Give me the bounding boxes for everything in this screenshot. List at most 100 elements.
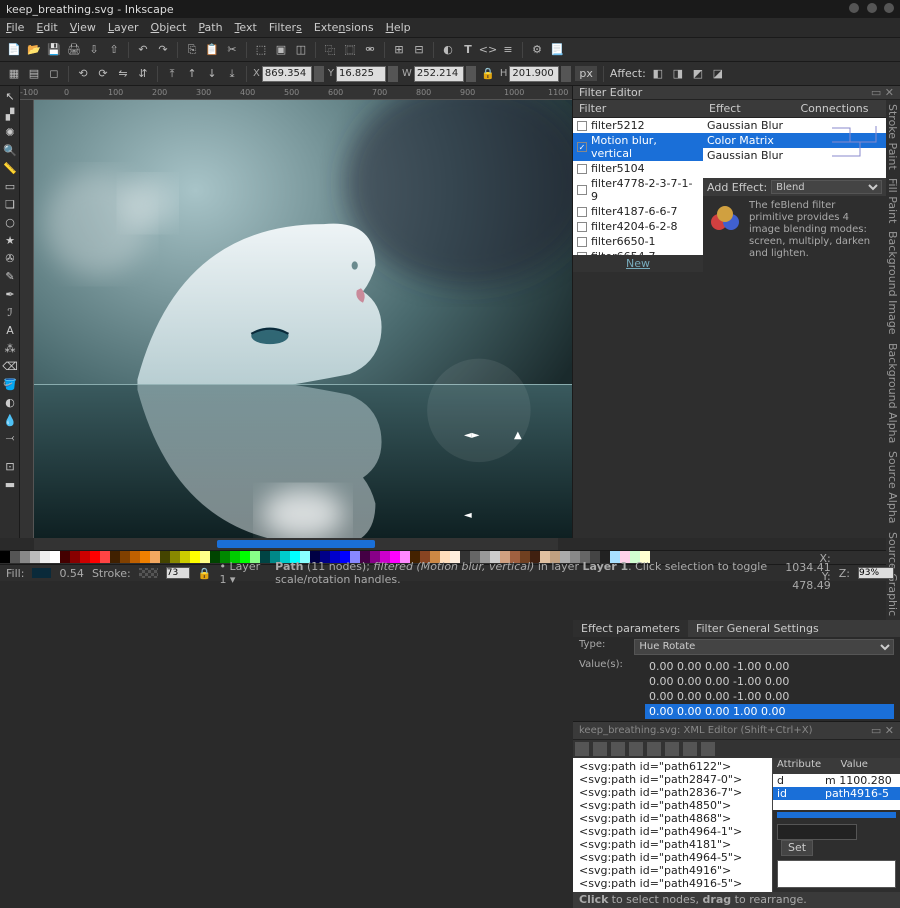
zoom-tool-icon[interactable]: 🔍 <box>2 142 18 158</box>
color-swatch[interactable] <box>0 551 10 563</box>
canvas-scrollbar-h[interactable] <box>34 538 558 550</box>
color-swatch[interactable] <box>110 551 120 563</box>
filter-list[interactable]: filter5212✓Motion blur, verticalfilter51… <box>573 118 703 255</box>
connection-source-tabs[interactable]: Stroke PaintFill PaintBackground ImageBa… <box>886 100 900 620</box>
y-spinner[interactable] <box>388 66 398 82</box>
minimize-icon[interactable] <box>849 3 859 13</box>
attr-value-input[interactable] <box>777 824 857 840</box>
lock-layer-icon[interactable]: 🔒 <box>198 567 212 580</box>
pencil-tool-icon[interactable]: ✎ <box>2 268 18 284</box>
color-swatch[interactable] <box>90 551 100 563</box>
attr-scrollbar[interactable] <box>777 812 896 818</box>
xml-node[interactable]: <svg:path id="path4916-5"> <box>575 877 770 890</box>
opacity-value[interactable]: 0.54 <box>59 567 84 580</box>
color-swatch-icon[interactable]: ▬ <box>2 476 18 492</box>
color-swatch[interactable] <box>100 551 110 563</box>
canvas[interactable]: ◄► ▲ ◄ <box>34 100 572 538</box>
eraser-tool-icon[interactable]: ⌫ <box>2 358 18 374</box>
w-spinner[interactable] <box>466 66 476 82</box>
xml-delete-icon[interactable] <box>629 742 643 756</box>
fill-swatch[interactable] <box>32 568 51 578</box>
zoom-input[interactable] <box>858 567 894 579</box>
affect-stroke-icon[interactable]: ◧ <box>650 66 666 82</box>
new-file-icon[interactable]: 📄 <box>6 42 22 58</box>
export-icon[interactable]: ⇧ <box>106 42 122 58</box>
xml-node[interactable]: <svg:path id="path2836-7"> <box>575 786 770 799</box>
save-icon[interactable]: 💾 <box>46 42 62 58</box>
xml-node[interactable]: <svg:path id="path4181"> <box>575 838 770 851</box>
deselect-icon[interactable]: ◻ <box>46 66 62 82</box>
attr-textarea[interactable] <box>777 860 896 888</box>
measure-tool-icon[interactable]: 📏 <box>2 160 18 176</box>
source-tab[interactable]: Source Alpha <box>887 451 899 524</box>
lock-aspect-icon[interactable]: 🔒 <box>480 66 496 82</box>
snap-tool-icon[interactable]: ⊡ <box>2 458 18 474</box>
select-layer-icon[interactable]: ▤ <box>26 66 42 82</box>
menu-object[interactable]: Object <box>151 21 187 34</box>
source-tab[interactable]: Fill Paint <box>887 178 899 223</box>
attribute-row[interactable]: idpath4916-5 <box>773 787 900 800</box>
rotate-cw-icon[interactable]: ⟳ <box>95 66 111 82</box>
source-tab[interactable]: Background Image <box>887 231 899 335</box>
gradient-tool-icon[interactable]: ◐ <box>2 394 18 410</box>
color-swatch[interactable] <box>10 551 20 563</box>
unit-select[interactable]: px <box>575 66 597 81</box>
panel-minimize-icon[interactable]: ▭ <box>871 724 881 737</box>
xml-node[interactable]: <svg:path id="path4964-5"> <box>575 851 770 864</box>
color-swatch[interactable] <box>140 551 150 563</box>
panel-close-icon[interactable]: ✕ <box>885 86 894 99</box>
menu-edit[interactable]: Edit <box>36 21 57 34</box>
source-tab[interactable]: Stroke Paint <box>887 104 899 170</box>
attribute-list[interactable]: dm 1100.280idpath4916-5 <box>773 774 900 810</box>
filter-item[interactable]: filter5104 <box>573 161 703 176</box>
ungroup-icon[interactable]: ⊟ <box>411 42 427 58</box>
undo-icon[interactable]: ↶ <box>135 42 151 58</box>
zoom-page-icon[interactable]: ◫ <box>293 42 309 58</box>
raise-top-icon[interactable]: ⤒ <box>164 66 180 82</box>
color-swatch[interactable] <box>50 551 60 563</box>
tab-effect-parameters[interactable]: Effect parameters <box>573 620 688 637</box>
color-swatch[interactable] <box>150 551 160 563</box>
color-swatch[interactable] <box>130 551 140 563</box>
fill-stroke-icon[interactable]: ◐ <box>440 42 456 58</box>
type-select[interactable]: Hue Rotate <box>634 639 894 655</box>
set-button[interactable]: Set <box>781 840 813 856</box>
menu-file[interactable]: File <box>6 21 24 34</box>
duplicate-icon[interactable]: ⿻ <box>322 42 338 58</box>
xml-node[interactable]: <svg:path id="path6122"> <box>575 760 770 773</box>
paste-icon[interactable]: 📋 <box>204 42 220 58</box>
xml-down-icon[interactable] <box>701 742 715 756</box>
filter-item[interactable]: filter4187-6-6-7 <box>573 204 703 219</box>
attribute-row[interactable]: dm 1100.280 <box>773 774 900 787</box>
maximize-icon[interactable] <box>867 3 877 13</box>
calligraphy-tool-icon[interactable]: ℐ <box>2 304 18 320</box>
filter-item[interactable]: ✓Motion blur, vertical <box>573 133 703 161</box>
unlink-icon[interactable]: ⚮ <box>362 42 378 58</box>
align-icon[interactable]: ≡ <box>500 42 516 58</box>
y-input[interactable] <box>336 66 386 82</box>
color-swatch[interactable] <box>20 551 30 563</box>
flip-v-icon[interactable]: ⇵ <box>135 66 151 82</box>
filter-item[interactable]: filter4778-2-3-7-1-9 <box>573 176 703 204</box>
color-swatch[interactable] <box>180 551 190 563</box>
xml-up-icon[interactable] <box>683 742 697 756</box>
select-all-icon[interactable]: ▦ <box>6 66 22 82</box>
color-swatch[interactable] <box>60 551 70 563</box>
menu-layer[interactable]: Layer <box>108 21 139 34</box>
xml-tree[interactable]: <svg:path id="path6122"> <svg:path id="pa… <box>573 758 772 892</box>
spray-tool-icon[interactable]: ⁂ <box>2 340 18 356</box>
zoom-fit-icon[interactable]: ⬚ <box>253 42 269 58</box>
tab-general-settings[interactable]: Filter General Settings <box>688 620 827 637</box>
dropper-tool-icon[interactable]: 💧 <box>2 412 18 428</box>
h-spinner[interactable] <box>561 66 571 82</box>
group-icon[interactable]: ⊞ <box>391 42 407 58</box>
w-input[interactable] <box>414 66 464 82</box>
affect-corners-icon[interactable]: ◨ <box>670 66 686 82</box>
rotate-ccw-icon[interactable]: ⟲ <box>75 66 91 82</box>
star-tool-icon[interactable]: ★ <box>2 232 18 248</box>
menu-view[interactable]: View <box>70 21 96 34</box>
color-swatch[interactable] <box>170 551 180 563</box>
selection-handle[interactable]: ◄ <box>464 510 472 518</box>
panel-minimize-icon[interactable]: ▭ <box>871 86 881 99</box>
menu-path[interactable]: Path <box>198 21 222 34</box>
